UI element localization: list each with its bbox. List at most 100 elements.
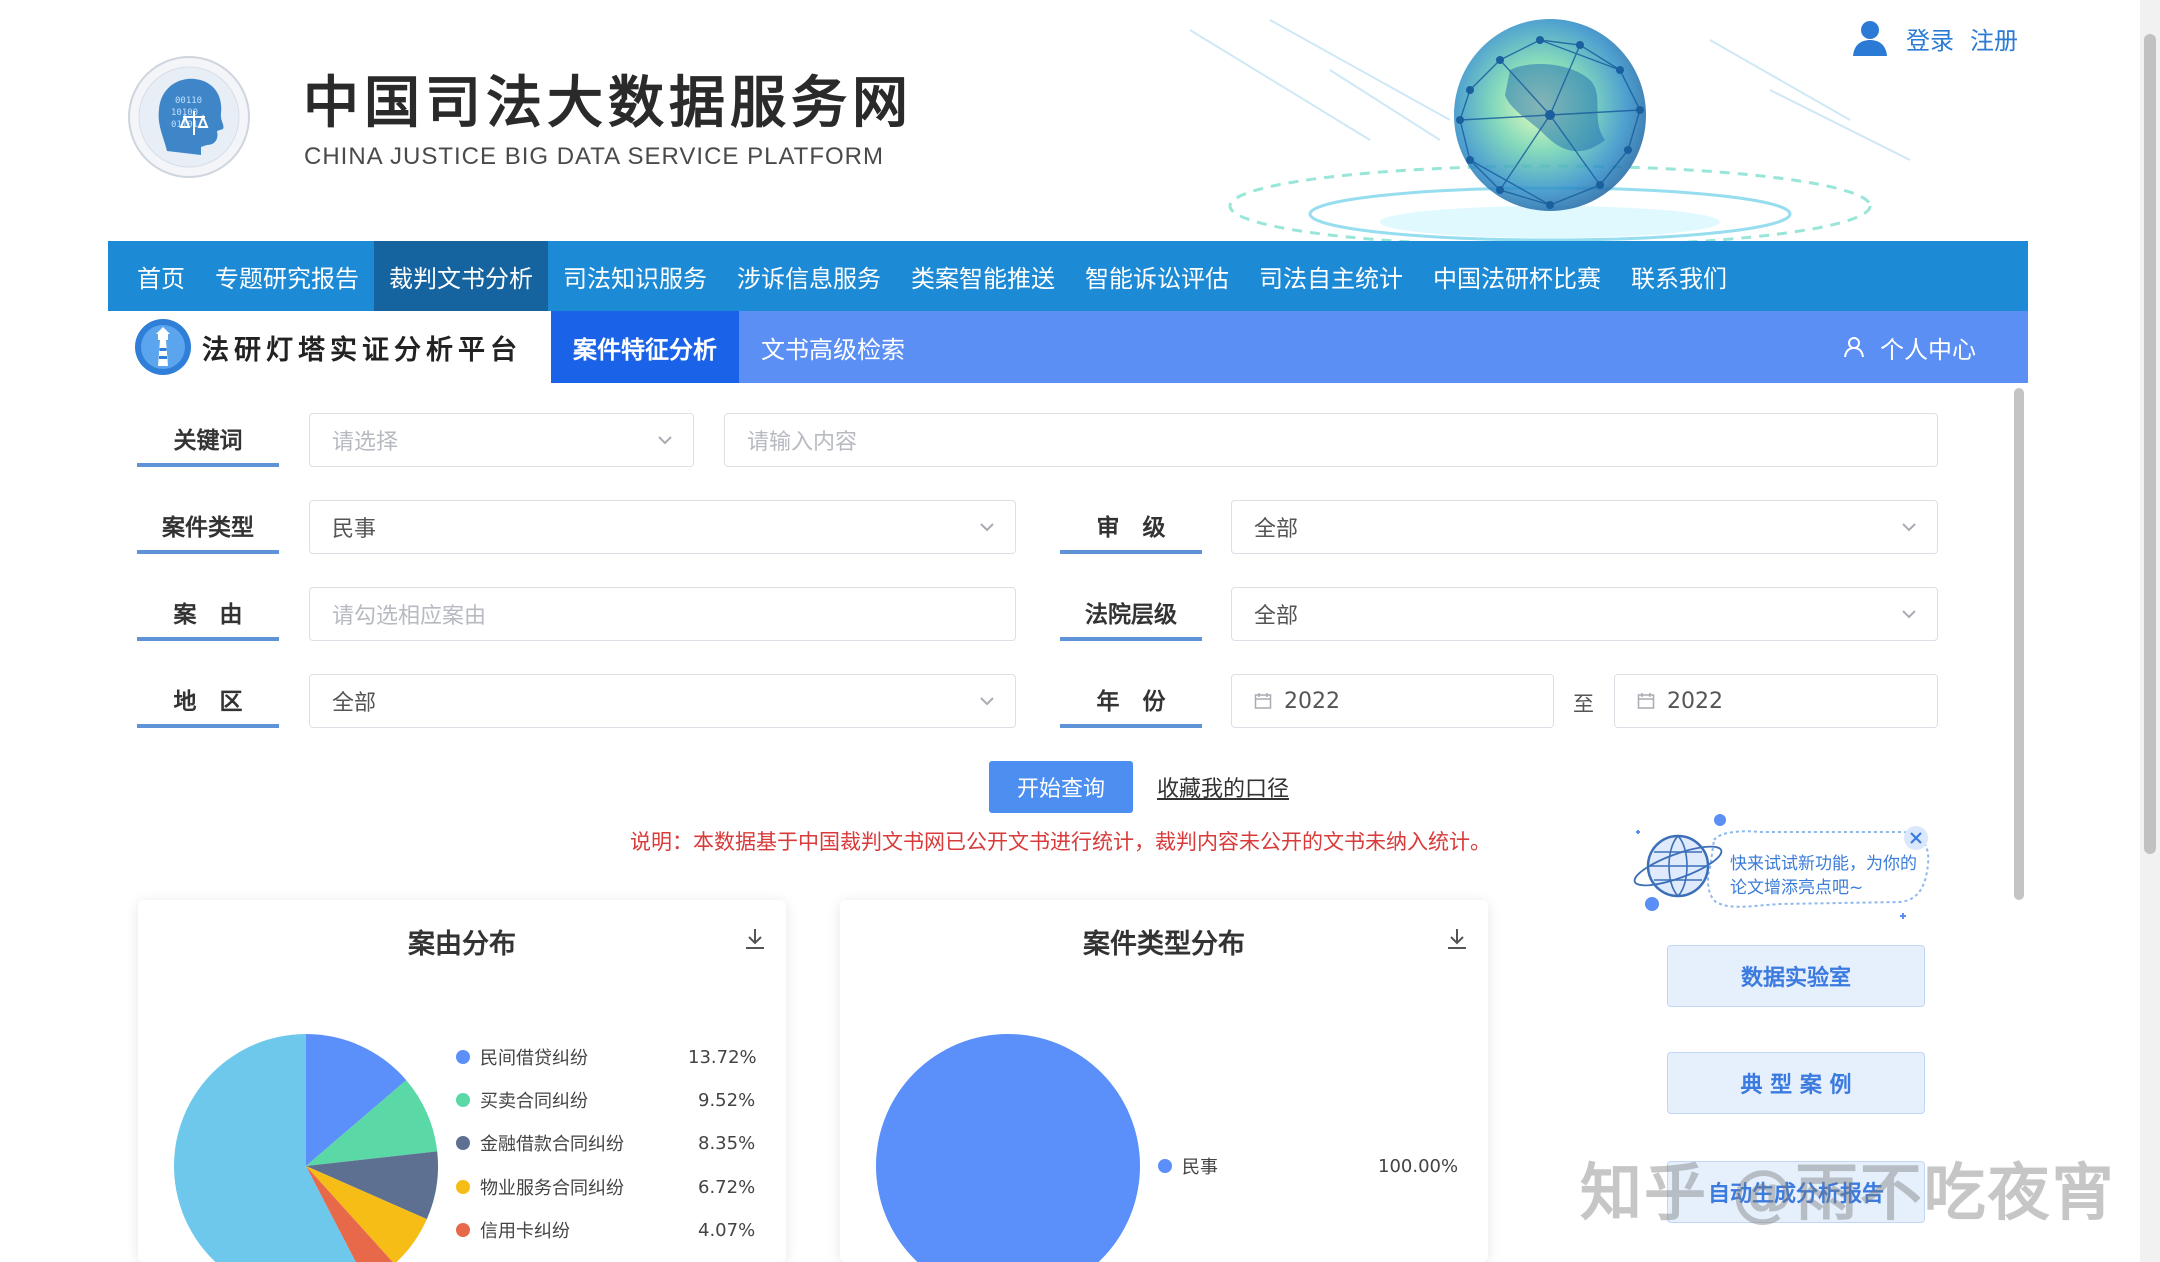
year-from-value: 2022: [1284, 688, 1340, 714]
legend-item[interactable]: 买卖合同纠纷: [456, 1085, 588, 1115]
chevron-down-icon: [980, 697, 994, 706]
case-type-label: 案件类型: [137, 500, 279, 554]
watermark-text: 知乎 @雨不吃夜宵: [1580, 1156, 2116, 1229]
case-type-select[interactable]: 民事: [309, 500, 1016, 554]
cause-pie-chart: [174, 1034, 438, 1262]
legend-swatch: [456, 1136, 470, 1150]
court-level-value: 全部: [1254, 604, 1299, 629]
globe-network-illustration: [1189, 19, 1911, 241]
platform-brand: 法研灯塔实证分析平台: [108, 311, 551, 383]
legend-item[interactable]: 物业服务合同纠纷: [456, 1172, 624, 1202]
region-select[interactable]: 全部: [309, 674, 1016, 728]
new-feature-promo[interactable]: 快来试试新功能，为你的论文增添亮点吧~: [1630, 812, 1940, 932]
keyword-field-select[interactable]: 请选择: [309, 413, 694, 467]
legend-label: 金融借款合同纠纷: [480, 1134, 624, 1155]
favorite-criteria-link[interactable]: 收藏我的口径: [1157, 771, 1289, 803]
chart-title: 案由分布: [408, 929, 516, 960]
legend-swatch: [456, 1050, 470, 1064]
trial-level-select[interactable]: 全部: [1231, 500, 1938, 554]
cause-label: 案 由: [137, 587, 279, 641]
legend-percent: 8.35%: [698, 1132, 756, 1154]
cause-input[interactable]: 请勾选相应案由: [309, 587, 1016, 641]
site-title: 中国司法大数据服务网: [303, 71, 913, 136]
nav-item-judgment-analysis[interactable]: 裁判文书分析: [374, 241, 548, 311]
legend-item[interactable]: 民事: [1158, 1151, 1218, 1181]
content-scrollbar[interactable]: [2012, 384, 2026, 900]
user-bar: 登录 注册: [1850, 16, 2018, 60]
personal-center-label: 个人中心: [1880, 335, 1976, 364]
nav-item-home[interactable]: 首页: [122, 241, 200, 311]
chevron-down-icon: [658, 436, 672, 445]
legend-item[interactable]: 信用卡纠纷: [456, 1215, 570, 1245]
legend-swatch: [1158, 1159, 1172, 1173]
content-scrollbar-thumb[interactable]: [2014, 388, 2024, 900]
site-subtitle: CHINA JUSTICE BIG DATA SERVICE PLATFORM: [304, 143, 884, 170]
legend-item[interactable]: 金融借款合同纠纷: [456, 1128, 624, 1158]
legend-percent: 6.72%: [698, 1176, 756, 1198]
page-scrollbar[interactable]: [2140, 0, 2160, 1262]
tab-case-feature-analysis[interactable]: 案件特征分析: [551, 311, 739, 383]
svg-text:00110: 00110: [175, 96, 202, 106]
user-icon: [1853, 21, 1887, 56]
chevron-down-icon: [1902, 523, 1916, 532]
legend-percent: 9.52%: [698, 1089, 756, 1111]
legend-label: 民间借贷纠纷: [480, 1048, 588, 1069]
main-navigation: 首页 专题研究报告 裁判文书分析 司法知识服务 涉诉信息服务 类案智能推送 智能…: [108, 241, 2028, 311]
legend-percent: 4.07%: [698, 1219, 756, 1241]
legend-swatch: [456, 1180, 470, 1194]
cause-placeholder: 请勾选相应案由: [332, 604, 487, 629]
keyword-label: 关键词: [137, 413, 279, 467]
person-outline-icon: [1844, 337, 1864, 358]
close-icon[interactable]: [1902, 824, 1930, 852]
keyword-content-input[interactable]: 请输入内容: [724, 413, 1938, 467]
court-level-label: 法院层级: [1060, 587, 1202, 641]
nav-item-contact-us[interactable]: 联系我们: [1616, 241, 1742, 311]
login-link[interactable]: 登录: [1906, 21, 1954, 56]
cause-distribution-card: 案由分布 民间借贷纠纷 买卖合同纠纷 金融借款合同纠纷 物业服务合同纠纷 信用卡…: [138, 900, 786, 1262]
case-type-pie-chart: [876, 1034, 1140, 1262]
year-range-separator: 至: [1573, 692, 1594, 716]
year-to-value: 2022: [1667, 688, 1723, 714]
start-query-button[interactable]: 开始查询: [989, 761, 1133, 813]
legend-label: 民事: [1182, 1157, 1218, 1178]
data-notice: 说明：本数据基于中国裁判文书网已公开文书进行统计，裁判内容未公开的文书未纳入统计…: [630, 830, 1491, 854]
sub-navigation: 法研灯塔实证分析平台 案件特征分析 文书高级检索 个人中心: [108, 311, 2028, 383]
legend-item[interactable]: 民间借贷纠纷: [456, 1042, 588, 1072]
calendar-icon: [1254, 693, 1272, 709]
nav-item-litigation-assessment[interactable]: 智能诉讼评估: [1070, 241, 1244, 311]
legend-percent: 100.00%: [1378, 1155, 1459, 1177]
pie-slice[interactable]: [876, 1034, 1140, 1262]
page-scrollbar-thumb[interactable]: [2144, 34, 2156, 854]
legend-label: 买卖合同纠纷: [480, 1091, 588, 1112]
case-type-distribution-card: 案件类型分布 民事 100.00%: [840, 900, 1488, 1262]
nav-item-custom-statistics[interactable]: 司法自主统计: [1244, 241, 1418, 311]
year-label: 年 份: [1060, 674, 1202, 728]
case-type-value: 民事: [332, 517, 377, 542]
site-header: 00110 10100 01101 中国司法大数据服务网 CHINA JUSTI…: [0, 0, 2140, 241]
nav-item-competition[interactable]: 中国法研杯比赛: [1418, 241, 1616, 311]
personal-center-link[interactable]: 个人中心: [1842, 311, 1976, 383]
keyword-select-placeholder: 请选择: [332, 430, 399, 455]
download-icon[interactable]: [1444, 926, 1470, 952]
nav-item-litigation-info[interactable]: 涉诉信息服务: [722, 241, 896, 311]
year-to-picker[interactable]: 2022: [1614, 674, 1938, 728]
calendar-icon: [1637, 693, 1655, 709]
nav-item-similar-cases[interactable]: 类案智能推送: [896, 241, 1070, 311]
download-icon[interactable]: [742, 926, 768, 952]
legend-swatch: [456, 1223, 470, 1237]
year-from-picker[interactable]: 2022: [1231, 674, 1554, 728]
region-label: 地 区: [137, 674, 279, 728]
nav-item-research-reports[interactable]: 专题研究报告: [200, 241, 374, 311]
typical-cases-button[interactable]: 典 型 案 例: [1667, 1052, 1925, 1114]
platform-title: 法研灯塔实证分析平台: [202, 334, 522, 366]
register-link[interactable]: 注册: [1970, 21, 2018, 56]
nav-item-legal-knowledge[interactable]: 司法知识服务: [548, 241, 722, 311]
chevron-down-icon: [1902, 610, 1916, 619]
region-value: 全部: [332, 691, 377, 716]
keyword-input-placeholder: 请输入内容: [747, 430, 858, 455]
tab-advanced-document-search[interactable]: 文书高级检索: [739, 311, 927, 383]
court-level-select[interactable]: 全部: [1231, 587, 1938, 641]
data-lab-button[interactable]: 数据实验室: [1667, 945, 1925, 1007]
legend-label: 物业服务合同纠纷: [480, 1178, 624, 1199]
trial-level-value: 全部: [1254, 517, 1299, 542]
